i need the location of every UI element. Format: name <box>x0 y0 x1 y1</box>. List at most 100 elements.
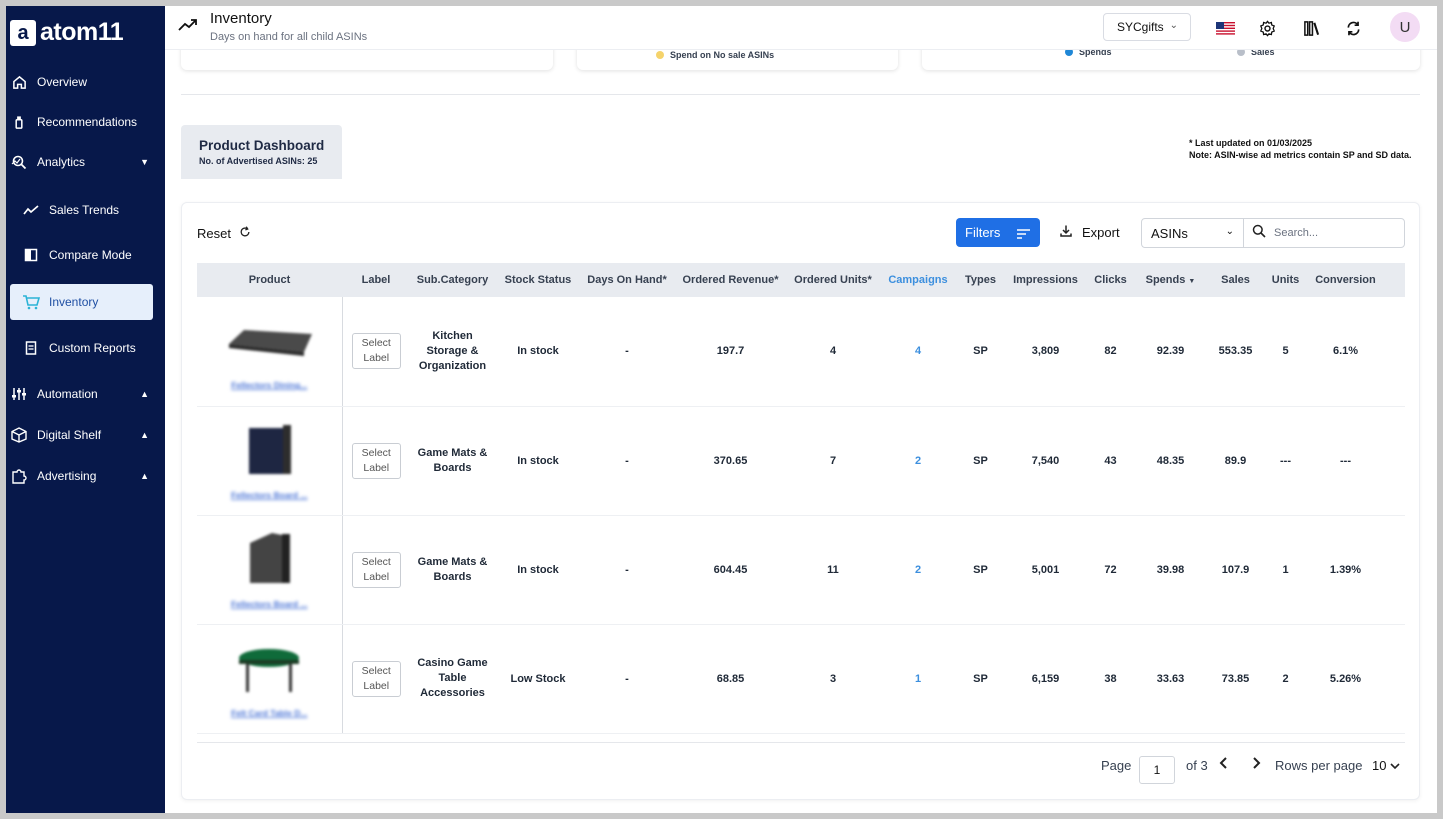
gear-icon[interactable] <box>1257 18 1277 38</box>
select-label-button[interactable]: Select Label <box>351 660 401 697</box>
cell-product[interactable]: Fellectors Board ... <box>197 515 343 625</box>
cell-product[interactable]: Felt Card Table D... <box>197 624 343 734</box>
caret-down-icon: ▼ <box>140 157 149 167</box>
cell-extra: 3 <box>1383 515 1405 625</box>
logo[interactable]: a atom11 <box>10 18 124 47</box>
product-link[interactable]: Fellectors Board ... <box>197 599 342 609</box>
caret-up-icon: ▲ <box>140 471 149 481</box>
us-flag-icon[interactable] <box>1215 18 1235 38</box>
product-link[interactable]: Fellectors Board ... <box>197 490 342 500</box>
col-sales[interactable]: Sales <box>1208 263 1263 297</box>
rows-per-page-select[interactable]: 10 <box>1372 758 1400 773</box>
search-icon <box>1252 224 1266 243</box>
legend-item: Spend on No sale ASINs <box>656 50 774 60</box>
cell-subcategory: Game Mats & Boards <box>410 406 495 516</box>
cell-spends: 33.63 <box>1133 624 1208 734</box>
col-units[interactable]: Units <box>1263 263 1308 297</box>
select-label-button[interactable]: Select Label <box>351 442 401 479</box>
cell-extra <box>1383 297 1405 407</box>
col-clicks[interactable]: Clicks <box>1088 263 1133 297</box>
cell-sales: 73.85 <box>1208 624 1263 734</box>
col-subcategory[interactable]: Sub.Category <box>410 263 495 297</box>
select-label-button[interactable]: Select Label <box>351 333 401 370</box>
sidebar: a atom11 Overview Recommendations Analyt… <box>6 6 165 813</box>
cell-units: 2 <box>1263 624 1308 734</box>
cell-ordered-units: 4 <box>788 297 878 407</box>
sidebar-item-sales-trends[interactable]: Sales Trends <box>6 192 165 228</box>
product-dashboard-tab[interactable]: Product Dashboard No. of Advertised ASIN… <box>181 125 342 179</box>
library-icon[interactable] <box>1301 18 1321 38</box>
next-page-button[interactable] <box>1250 756 1262 773</box>
caret-up-icon: ▲ <box>140 389 149 399</box>
col-label[interactable]: Label <box>342 263 410 297</box>
cell-subcategory: Kitchen Storage & Organization <box>410 297 495 407</box>
cell-clicks: 38 <box>1088 624 1133 734</box>
col-ordered-units[interactable]: Ordered Units* <box>788 263 878 297</box>
cell-sales: 107.9 <box>1208 515 1263 625</box>
col-days-on-hand[interactable]: Days On Hand* <box>581 263 673 297</box>
cell-types: SP <box>958 515 1003 625</box>
prev-page-button[interactable] <box>1218 756 1230 773</box>
cell-units: --- <box>1263 406 1308 516</box>
sidebar-item-recommendations[interactable]: Recommendations <box>6 104 165 140</box>
sidebar-item-label: Analytics <box>37 155 86 169</box>
rows-per-page-label: Rows per page <box>1275 758 1363 773</box>
export-button[interactable]: Export <box>1060 225 1120 240</box>
sidebar-item-inventory[interactable]: Inventory <box>10 284 153 320</box>
product-image <box>197 422 342 480</box>
cell-types: SP <box>958 297 1003 407</box>
page-title: Inventory <box>210 10 272 27</box>
report-icon <box>22 339 40 357</box>
page-input[interactable]: 1 <box>1139 756 1175 784</box>
filters-button[interactable]: Filters <box>956 218 1040 247</box>
advertised-asins-count: No. of Advertised ASINs: 25 <box>199 156 318 166</box>
select-label-button[interactable]: Select Label <box>351 551 401 588</box>
sidebar-item-label: Advertising <box>37 469 97 483</box>
sidebar-item-label: Automation <box>37 387 98 401</box>
sidebar-item-advertising[interactable]: Advertising ▲ <box>6 458 165 494</box>
section-divider <box>181 94 1420 95</box>
sidebar-item-overview[interactable]: Overview <box>6 64 165 100</box>
cell-subcategory: Game Mats & Boards <box>410 515 495 625</box>
cell-campaigns[interactable]: 1 <box>878 624 958 734</box>
cell-conversion: 6.1% <box>1308 297 1383 407</box>
col-conversion[interactable]: Conversion <box>1308 263 1383 297</box>
col-spends[interactable]: Spends ▼ <box>1133 263 1208 297</box>
search-input[interactable] <box>1274 227 1394 239</box>
refresh-icon[interactable] <box>1343 18 1363 38</box>
avatar[interactable]: U <box>1390 12 1420 42</box>
col-campaigns[interactable]: Campaigns <box>878 263 958 297</box>
cell-campaigns[interactable]: 2 <box>878 406 958 516</box>
legend-dot <box>656 51 664 59</box>
sidebar-item-digital-shelf[interactable]: Digital Shelf ▲ <box>6 417 165 453</box>
col-impressions[interactable]: Impressions <box>1003 263 1088 297</box>
reset-button[interactable]: Reset <box>197 226 251 241</box>
cell-campaigns[interactable]: 4 <box>878 297 958 407</box>
table-header-row: Product Label Sub.Category Stock Status … <box>197 263 1405 297</box>
cell-product[interactable]: Fellectors Board ... <box>197 406 343 516</box>
logo-mark: a <box>10 19 36 46</box>
product-table: Product Label Sub.Category Stock Status … <box>197 263 1405 743</box>
col-ordered-revenue[interactable]: Ordered Revenue* <box>673 263 788 297</box>
cell-product[interactable]: Fellectors Dining... <box>197 297 343 407</box>
sidebar-item-custom-reports[interactable]: Custom Reports <box>6 330 165 366</box>
sidebar-item-analytics[interactable]: Analytics ▼ <box>6 144 165 180</box>
cell-campaigns[interactable]: 2 <box>878 515 958 625</box>
cell-impressions: 5,001 <box>1003 515 1088 625</box>
col-types[interactable]: Types <box>958 263 1003 297</box>
col-product[interactable]: Product <box>197 263 342 297</box>
account-selector[interactable]: SYCgifts ⌄ <box>1103 13 1191 41</box>
cell-spends: 48.35 <box>1133 406 1208 516</box>
box-icon <box>10 426 28 444</box>
cell-conversion: 1.39% <box>1308 515 1383 625</box>
col-stock-status[interactable]: Stock Status <box>495 263 581 297</box>
product-link[interactable]: Felt Card Table D... <box>197 708 342 718</box>
sidebar-item-automation[interactable]: Automation ▲ <box>6 376 165 412</box>
cell-stock-status: Low Stock <box>495 624 581 734</box>
cell-days-on-hand: - <box>581 624 673 734</box>
product-link[interactable]: Fellectors Dining... <box>197 380 342 390</box>
table-row: Fellectors Board ... Select Label Game Mat… <box>197 406 1405 516</box>
sidebar-item-compare-mode[interactable]: Compare Mode <box>6 237 165 273</box>
asin-select[interactable]: ASINs ⌄ <box>1141 218 1244 248</box>
cell-units: 5 <box>1263 297 1308 407</box>
